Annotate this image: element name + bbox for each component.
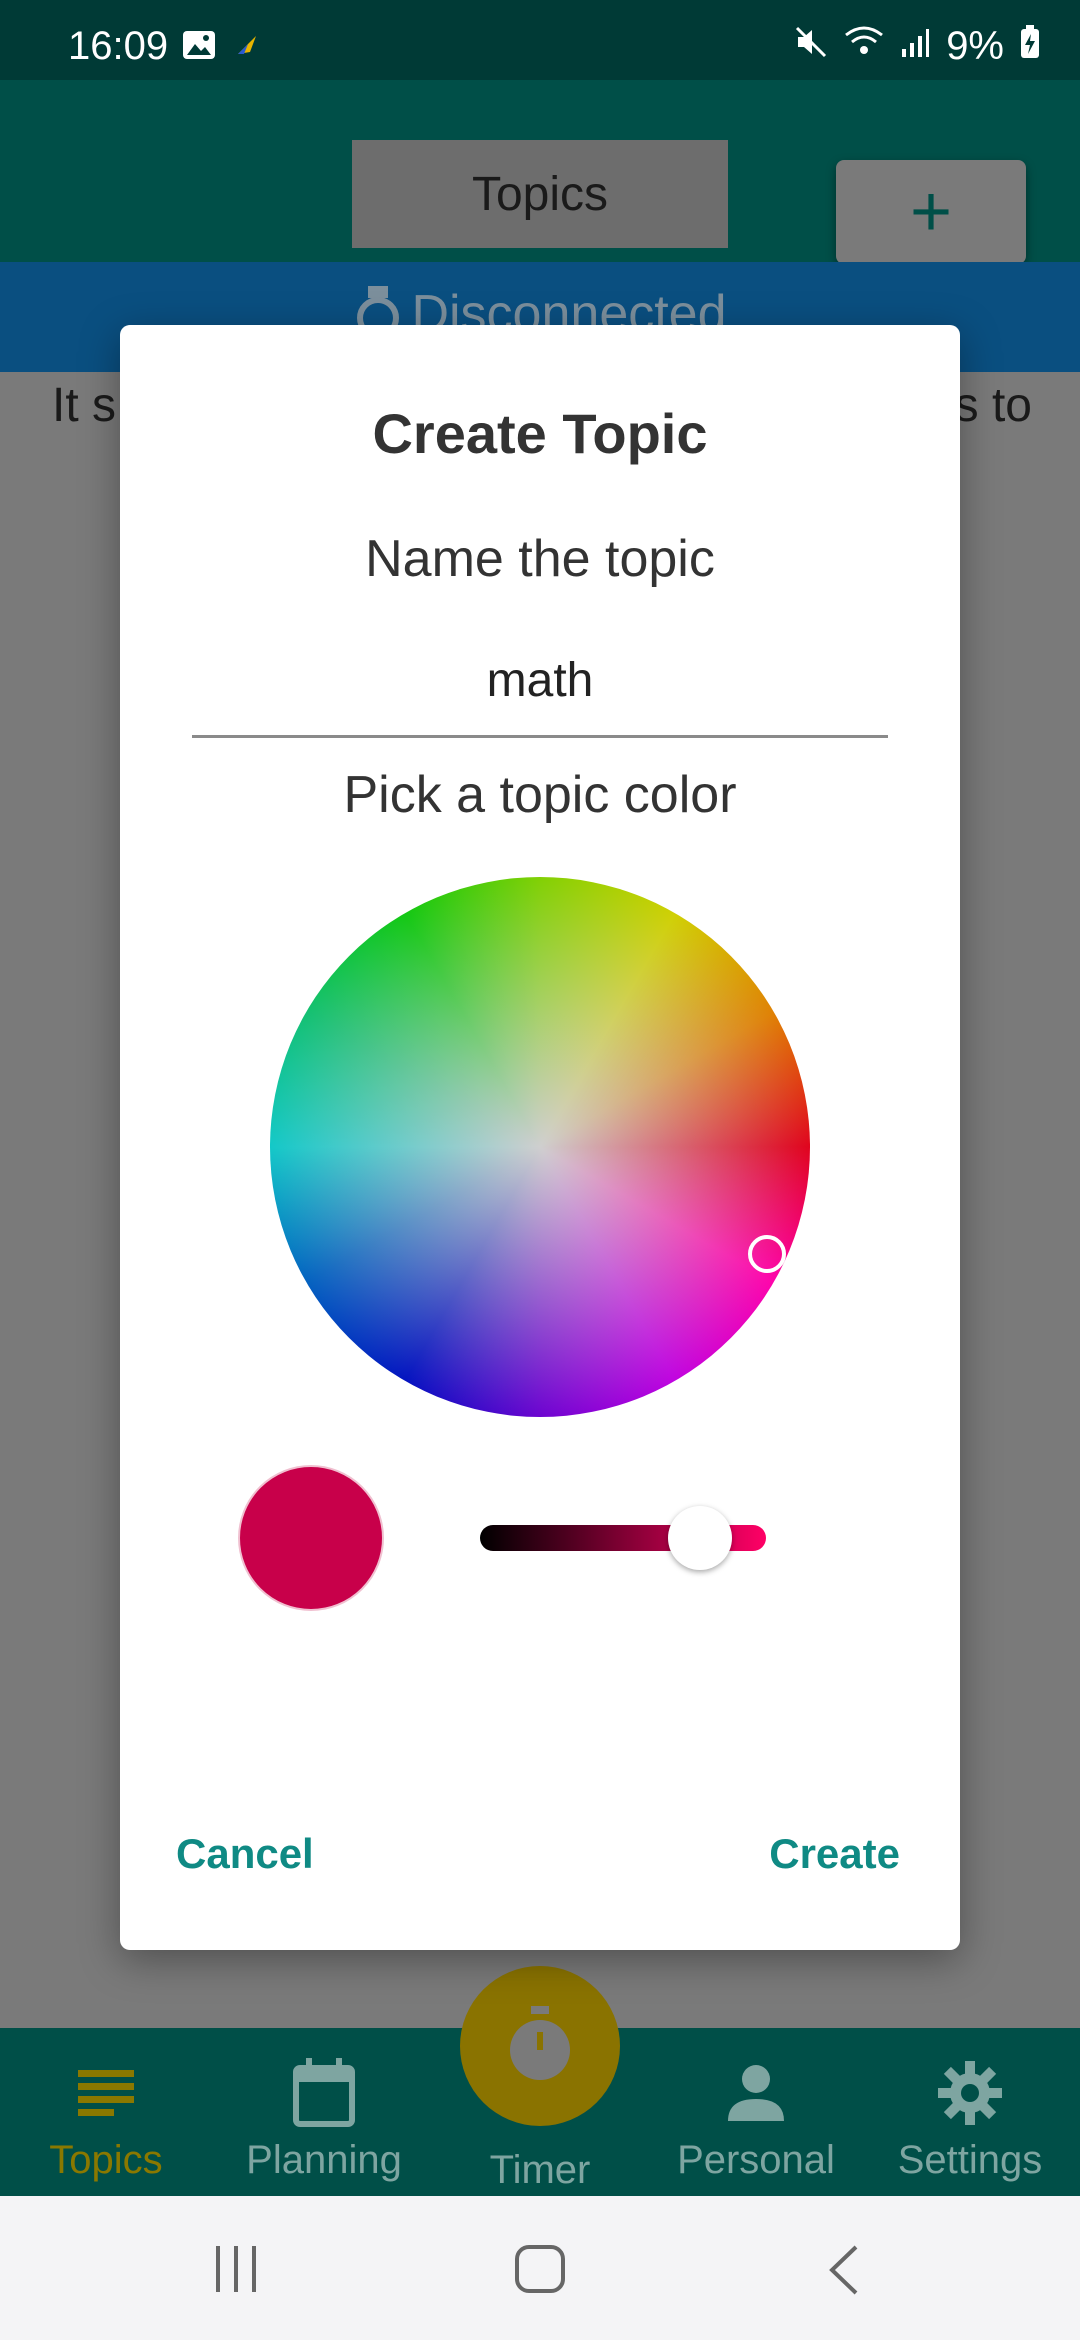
- add-topic-button[interactable]: +: [836, 160, 1026, 264]
- app-header: Topics +: [0, 80, 1080, 264]
- gallery-icon: [182, 30, 216, 65]
- dialog-title: Create Topic: [372, 402, 708, 465]
- color-preview-swatch: [238, 1465, 384, 1611]
- nav-item-settings[interactable]: Settings: [870, 2058, 1070, 2183]
- create-button[interactable]: Create: [769, 1830, 900, 1878]
- status-bar: 16:09 9%: [0, 0, 1080, 80]
- nav-item-planning[interactable]: Planning: [224, 2058, 424, 2183]
- name-label: Name the topic: [365, 530, 715, 588]
- gear-icon: [938, 2061, 1002, 2135]
- battery-charging-icon: [1020, 24, 1040, 69]
- calendar-icon: [292, 2058, 356, 2138]
- nav-item-timer[interactable]: [460, 1966, 620, 2126]
- create-topic-dialog: Create Topic Name the topic Pick a topic…: [120, 325, 960, 1950]
- notification-icon: [234, 32, 260, 63]
- color-label: Pick a topic color: [343, 766, 737, 824]
- page-title: Topics: [352, 140, 728, 248]
- timer-label: Timer: [489, 2148, 591, 2192]
- home-icon[interactable]: [514, 2244, 566, 2299]
- back-icon[interactable]: [826, 2244, 862, 2301]
- mute-icon: [794, 24, 828, 69]
- system-nav-bar: [0, 2196, 1080, 2340]
- signal-icon: [900, 24, 930, 69]
- person-icon: [726, 2063, 786, 2133]
- wifi-icon: [844, 24, 884, 69]
- nav-item-topics[interactable]: Topics: [6, 2058, 206, 2183]
- topic-name-input[interactable]: [192, 625, 888, 738]
- color-wheel-handle[interactable]: [748, 1235, 786, 1273]
- brightness-slider-thumb[interactable]: [668, 1506, 733, 1570]
- nav-item-personal[interactable]: Personal: [656, 2058, 856, 2183]
- stopwatch-icon: [505, 2005, 575, 2087]
- cancel-button[interactable]: Cancel: [176, 1830, 314, 1878]
- recent-apps-icon[interactable]: [212, 2244, 262, 2299]
- status-time: 16:09: [68, 24, 169, 68]
- color-wheel[interactable]: [270, 877, 810, 1417]
- list-icon: [78, 2070, 134, 2126]
- battery-level: 9%: [946, 24, 1004, 68]
